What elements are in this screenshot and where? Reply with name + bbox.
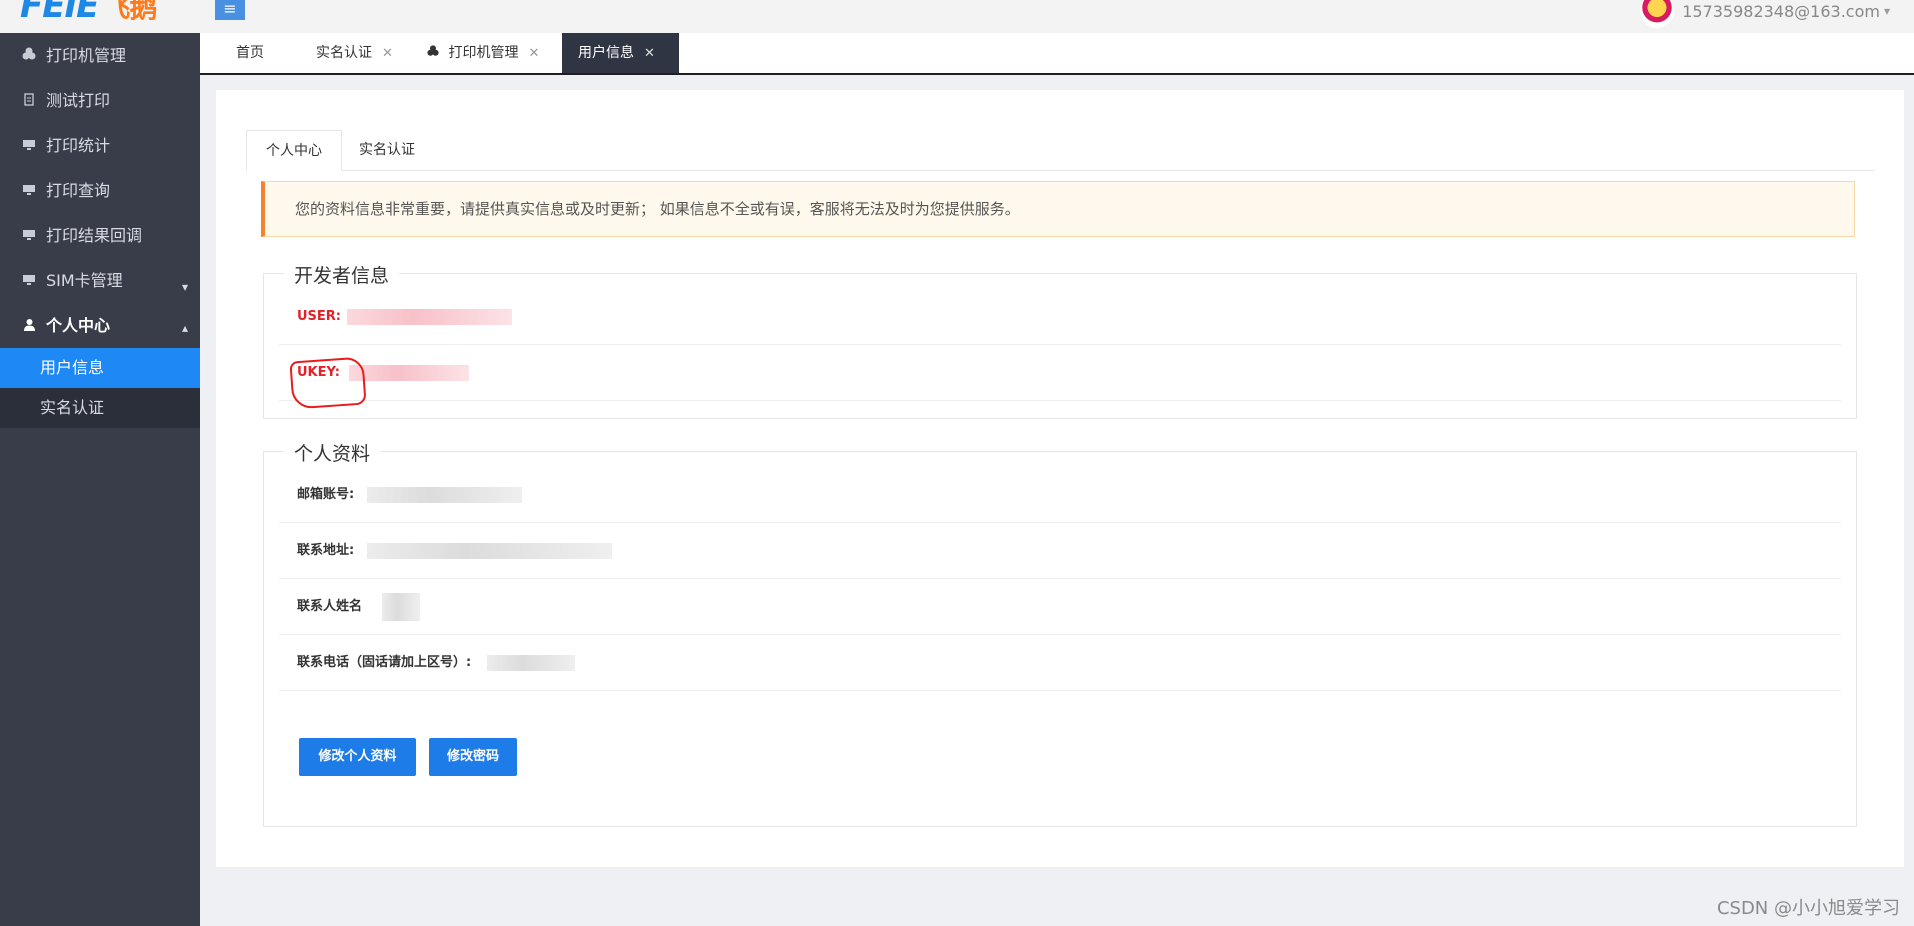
user-email[interactable]: 15735982348@163.com xyxy=(1682,2,1880,21)
sidebar-item-label: 测试打印 xyxy=(46,91,111,110)
developer-info-section: 开发者信息 USER: UKEY: xyxy=(263,261,1857,419)
phone-row: 联系电话（固话请加上区号）: xyxy=(279,635,1841,691)
user-label: USER: xyxy=(297,309,342,324)
change-password-button[interactable]: 修改密码 xyxy=(429,738,517,776)
sidebar-item-label: 打印机管理 xyxy=(46,46,127,65)
sidebar-subitem-user-info[interactable]: 用户信息 xyxy=(0,348,200,388)
address-row: 联系地址: xyxy=(279,523,1841,579)
tab-printer-management[interactable]: 打印机管理 ✕ xyxy=(410,33,555,73)
monitor-icon xyxy=(20,170,38,215)
phone-label: 联系电话（固话请加上区号）: xyxy=(297,655,472,670)
printer-group-icon xyxy=(20,35,38,80)
logo-cn-text: 飞鹅 xyxy=(102,0,157,24)
notice-banner: 您的资料信息非常重要，请提供真实信息或及时更新； 如果信息不全或有误，客服将无法… xyxy=(261,181,1855,237)
sidebar-subitem-real-name-auth[interactable]: 实名认证 xyxy=(0,388,200,428)
logo-text: FEIE xyxy=(20,0,99,26)
contact-name-row: 联系人姓名 xyxy=(279,579,1841,635)
watermark: CSDN @小小旭爱学习 xyxy=(1716,898,1900,919)
tab-real-name-auth[interactable]: 实名认证 ✕ xyxy=(300,33,409,73)
close-icon[interactable]: ✕ xyxy=(528,46,539,61)
sidebar-item-print-stats[interactable]: 打印统计 xyxy=(0,123,200,168)
chevron-up-icon: ▴ xyxy=(181,321,188,335)
email-row: 邮箱账号: xyxy=(279,467,1841,523)
redacted-email-value xyxy=(367,487,522,503)
section-title: 开发者信息 xyxy=(284,261,400,288)
sidebar-item-print-query[interactable]: 打印查询 xyxy=(0,168,200,213)
section-title: 个人资料 xyxy=(284,439,381,466)
menu-toggle-icon[interactable]: ≡ xyxy=(215,0,245,20)
monitor-icon xyxy=(20,125,38,170)
sidebar-item-print-callback[interactable]: 打印结果回调 xyxy=(0,213,200,258)
redacted-phone-value xyxy=(487,655,575,671)
sidebar-item-label: 个人中心 xyxy=(46,316,111,335)
redacted-user-value xyxy=(347,309,512,325)
tab-label: 首页 xyxy=(236,45,264,61)
hand-drawn-circle-annotation xyxy=(289,356,367,410)
redacted-address-value xyxy=(367,543,612,559)
sidebar-item-label: SIM卡管理 xyxy=(46,271,123,290)
monitor-icon xyxy=(20,260,38,305)
user-row: USER: xyxy=(279,289,1841,345)
close-icon[interactable]: ✕ xyxy=(382,46,393,61)
sidebar-item-test-print[interactable]: 测试打印 xyxy=(0,78,200,123)
top-bar: FEIE 飞鹅 ≡ 15735982348@163.com ▾ xyxy=(0,0,1914,33)
contact-name-label: 联系人姓名 xyxy=(297,599,363,614)
tab-home[interactable]: 首页 xyxy=(220,33,280,73)
sidebar-item-personal-center[interactable]: 个人中心 ▴ xyxy=(0,303,200,348)
inner-tab-bar: 个人中心 实名认证 xyxy=(246,130,1874,171)
sidebar-item-label: 打印统计 xyxy=(46,136,111,155)
user-icon xyxy=(20,305,38,350)
redacted-contact-name-value xyxy=(382,593,420,621)
tab-label: 用户信息 xyxy=(578,45,634,61)
sidebar: 打印机管理 测试打印 打印统计 打印查询 打印结果回调 SIM卡管理 ▾ 个人中… xyxy=(0,33,200,926)
ukey-row: UKEY: xyxy=(279,345,1841,401)
close-icon[interactable]: ✕ xyxy=(644,46,655,61)
tab-real-name-auth-inner[interactable]: 实名认证 xyxy=(340,130,434,170)
tab-personal-center[interactable]: 个人中心 xyxy=(246,130,342,171)
sidebar-item-label: 打印结果回调 xyxy=(46,226,143,245)
monitor-icon xyxy=(20,215,38,260)
caret-down-icon[interactable]: ▾ xyxy=(1884,4,1890,18)
printer-group-icon xyxy=(426,45,444,61)
page-tab-bar: 首页 实名认证 ✕ 打印机管理 ✕ 用户信息 ✕ xyxy=(200,33,1914,75)
email-label: 邮箱账号: xyxy=(297,487,355,502)
avatar[interactable] xyxy=(1640,0,1675,28)
address-label: 联系地址: xyxy=(297,543,355,558)
tab-label: 实名认证 xyxy=(316,45,372,61)
sidebar-item-label: 打印查询 xyxy=(46,181,111,200)
content-panel: 个人中心 实名认证 您的资料信息非常重要，请提供真实信息或及时更新； 如果信息不… xyxy=(216,90,1904,867)
sidebar-item-sim-management[interactable]: SIM卡管理 ▾ xyxy=(0,258,200,303)
sidebar-item-printer-management[interactable]: 打印机管理 xyxy=(0,33,200,78)
file-icon xyxy=(20,80,38,125)
user-menu[interactable]: 15735982348@163.com ▾ xyxy=(1640,0,1890,28)
tab-user-info[interactable]: 用户信息 ✕ xyxy=(562,33,679,73)
redacted-ukey-value xyxy=(349,365,469,381)
logo[interactable]: FEIE 飞鹅 xyxy=(20,0,157,26)
personal-profile-section: 个人资料 邮箱账号: 联系地址: 联系人姓名 联系电话（固话请加上区号）: 修改… xyxy=(263,439,1857,827)
tab-label: 打印机管理 xyxy=(448,45,519,61)
edit-profile-button[interactable]: 修改个人资料 xyxy=(299,738,416,776)
